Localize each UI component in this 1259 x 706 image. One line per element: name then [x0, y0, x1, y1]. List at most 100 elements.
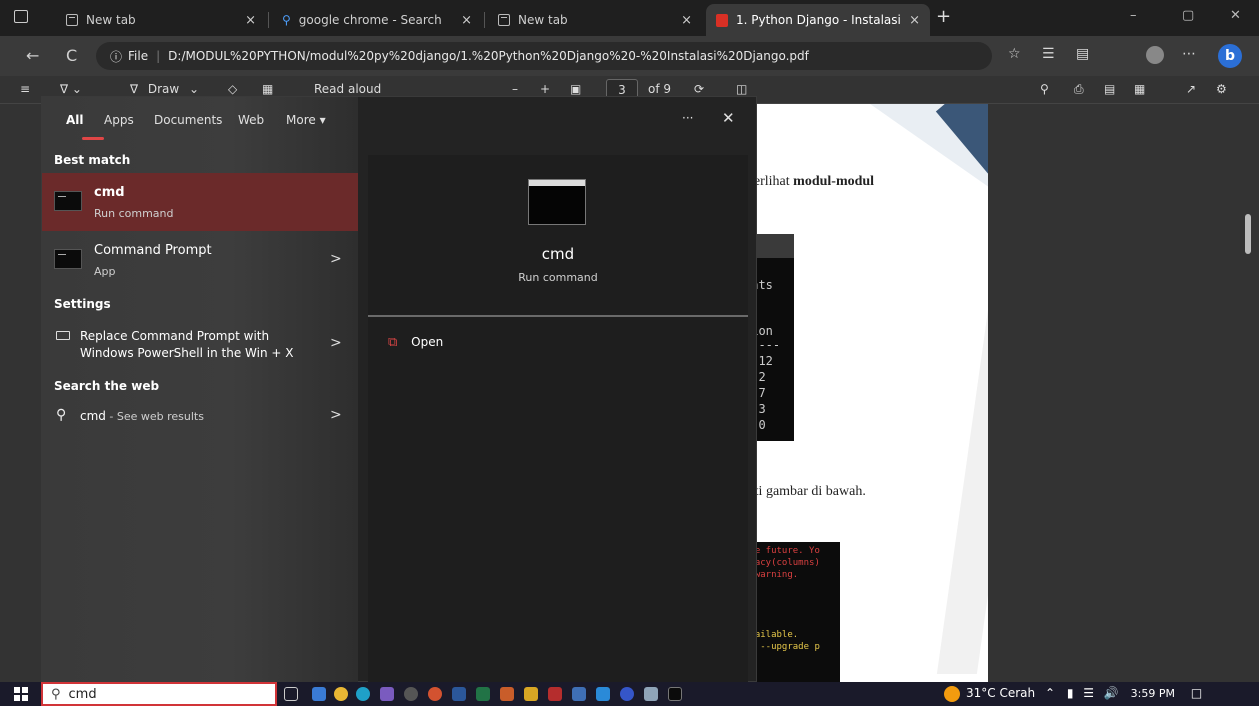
profile-avatar[interactable]: [1146, 46, 1164, 64]
volume-icon[interactable]: 🔊: [1104, 686, 1119, 700]
back-button[interactable]: ←: [26, 46, 39, 65]
powerpoint-icon[interactable]: [428, 687, 442, 701]
vscode-icon[interactable]: [596, 687, 610, 701]
search-icon: ⚲: [282, 13, 291, 27]
open-icon: ⧉: [388, 335, 398, 350]
erase-icon[interactable]: ◇: [228, 82, 237, 96]
chevron-right-icon[interactable]: >: [330, 407, 342, 423]
result-replace-powershell[interactable]: Replace Command Prompt with Windows Powe…: [42, 319, 358, 365]
app-icon-navy[interactable]: [620, 687, 634, 701]
tab-close-icon[interactable]: ×: [245, 13, 256, 28]
taskbar-search-input[interactable]: ⚲ cmd: [41, 682, 277, 706]
address-bar-row: ← C ⓘ File | D:/MODUL%20PYTHON/modul%20p…: [0, 36, 1259, 76]
close-icon[interactable]: ✕: [722, 109, 735, 127]
app-icon-gray[interactable]: [644, 687, 658, 701]
task-view-icon[interactable]: [284, 687, 298, 701]
chevron-right-icon[interactable]: >: [330, 251, 342, 267]
tab-close-icon[interactable]: ×: [461, 13, 472, 28]
filter-tab-web[interactable]: Web: [238, 113, 264, 127]
open-action[interactable]: ⧉ Open: [388, 335, 443, 350]
filter-tab-all[interactable]: All: [66, 113, 84, 127]
collections-icon[interactable]: ▤: [1076, 46, 1089, 62]
word-icon[interactable]: [452, 687, 466, 701]
notification-icon[interactable]: □: [1191, 686, 1202, 700]
command-prompt-icon: [54, 249, 82, 269]
read-aloud-button[interactable]: Read aloud: [314, 82, 381, 96]
scrollbar-thumb[interactable]: [1245, 214, 1251, 254]
close-window-button[interactable]: ✕: [1230, 8, 1241, 23]
pdf-page: terlihat modul-modul | ghts sion ----- 7…: [740, 104, 988, 682]
visual-studio-icon[interactable]: [380, 687, 394, 701]
cmd-taskbar-icon[interactable]: [668, 687, 682, 701]
zoom-in-button[interactable]: +: [540, 82, 550, 96]
contents-icon[interactable]: ≡: [20, 82, 30, 96]
tab-title: 1. Python Django - Instalasi Djan: [736, 13, 903, 27]
draw-label: Draw: [147, 82, 180, 96]
new-tab-button[interactable]: +: [936, 6, 951, 27]
edge-icon[interactable]: [356, 687, 370, 701]
minimize-button[interactable]: –: [1130, 8, 1137, 23]
result-subtitle: App: [94, 265, 116, 278]
result-title: cmd: [94, 185, 125, 200]
network-icon[interactable]: ▮: [1067, 686, 1074, 700]
tab-actions-icon[interactable]: [14, 10, 28, 23]
chrome-icon[interactable]: [334, 687, 348, 701]
excel-icon[interactable]: [476, 687, 490, 701]
result-detail-pane: cmd Run command ⧉ Open: [368, 155, 748, 683]
result-web-cmd[interactable]: ⚲ cmd - See web results >: [42, 401, 358, 433]
zoom-out-button[interactable]: –: [512, 82, 518, 96]
fullscreen-icon[interactable]: ↗: [1186, 82, 1196, 96]
tab-google-search[interactable]: ⚲ google chrome - Search ×: [272, 4, 482, 36]
filter-tab-apps[interactable]: Apps: [104, 113, 134, 127]
result-command-prompt[interactable]: Command Prompt App >: [42, 237, 358, 283]
tab-divider: [484, 12, 485, 28]
app-icon-red[interactable]: [548, 687, 562, 701]
print-icon[interactable]: ⎙: [1074, 82, 1084, 97]
favorites-icon[interactable]: ☰: [1042, 46, 1055, 62]
tab-pdf-active[interactable]: 1. Python Django - Instalasi Djan ×: [706, 4, 930, 36]
more-options-icon[interactable]: ···: [682, 111, 693, 125]
refresh-button[interactable]: C: [66, 46, 77, 65]
info-icon[interactable]: ⓘ: [110, 48, 122, 65]
more-menu-icon[interactable]: ⋯: [1182, 46, 1196, 62]
filter-tab-documents[interactable]: Documents: [154, 113, 222, 127]
tab-close-icon[interactable]: ×: [681, 13, 692, 28]
text-icon[interactable]: ▦: [262, 82, 273, 96]
chevron-up-icon[interactable]: ⌃: [1045, 686, 1055, 700]
obs-icon[interactable]: [404, 687, 418, 701]
weather-text[interactable]: 31°C Cerah: [966, 686, 1035, 700]
file-explorer-icon[interactable]: [312, 687, 326, 701]
tab-new-tab-2[interactable]: New tab ×: [488, 4, 702, 36]
clock[interactable]: 3:59 PM: [1131, 687, 1175, 700]
app-icon-blue[interactable]: [572, 687, 586, 701]
page-view-icon[interactable]: ◫: [736, 82, 747, 96]
best-match-cmd[interactable]: cmd Run command: [42, 173, 358, 231]
filter-tab-more[interactable]: More ▾: [286, 113, 326, 127]
app-icon-yellow[interactable]: [524, 687, 538, 701]
url-divider: |: [156, 49, 161, 63]
fit-page-icon[interactable]: ▣: [570, 82, 581, 96]
restore-button[interactable]: ▢: [1182, 8, 1194, 23]
page-icon: [66, 14, 78, 26]
wifi-icon[interactable]: ☰: [1083, 686, 1094, 700]
bing-chat-icon[interactable]: b: [1218, 44, 1242, 68]
app-icon-orange[interactable]: [500, 687, 514, 701]
url-scheme: File: [128, 49, 149, 63]
chevron-right-icon[interactable]: >: [330, 335, 342, 351]
address-bar[interactable]: ⓘ File | D:/MODUL%20PYTHON/modul%20py%20…: [96, 42, 992, 70]
settings-gear-icon[interactable]: ⚙: [1216, 82, 1227, 96]
weather-sun-icon[interactable]: [944, 686, 960, 702]
best-match-heading: Best match: [54, 153, 131, 167]
save-as-icon[interactable]: ▦: [1134, 82, 1145, 96]
system-tray: 31°C Cerah ⌃ ▮ ☰ 🔊 3:59 PM □: [966, 686, 1202, 700]
url-text[interactable]: D:/MODUL%20PYTHON/modul%20py%20django/1.…: [168, 49, 809, 63]
tab-close-icon[interactable]: ×: [909, 13, 920, 28]
windows-start-icon[interactable]: [14, 687, 28, 701]
rotate-icon[interactable]: ⟳: [694, 82, 704, 96]
tab-new-tab-1[interactable]: New tab ×: [56, 4, 266, 36]
draw-button[interactable]: ∇ Draw ⌄: [130, 82, 199, 96]
highlight-icon[interactable]: ∇ ⌄: [60, 82, 82, 96]
search-icon[interactable]: ⚲: [1040, 82, 1049, 96]
read-mode-icon[interactable]: ☆: [1008, 46, 1021, 62]
save-icon[interactable]: ▤: [1104, 82, 1115, 96]
